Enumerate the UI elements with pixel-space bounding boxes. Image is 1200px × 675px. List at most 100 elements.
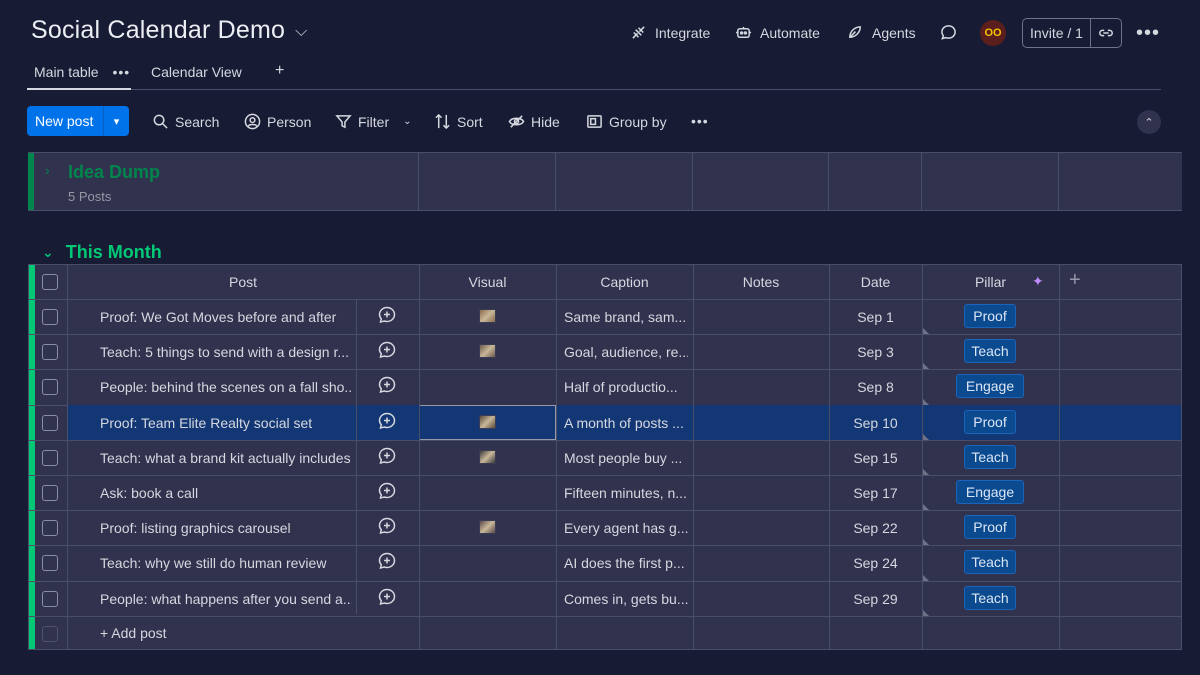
- avatar[interactable]: OO: [980, 20, 1006, 46]
- column-header-date[interactable]: Date: [829, 274, 922, 290]
- pillar-status-pill[interactable]: Teach: [964, 339, 1016, 364]
- ai-sparkle-icon[interactable]: ✦: [1032, 273, 1044, 290]
- row-checkbox[interactable]: [42, 414, 58, 431]
- caption-cell[interactable]: Comes in, gets bu...: [564, 591, 688, 607]
- post-name-cell[interactable]: Teach: 5 things to send with a design r.…: [100, 344, 352, 360]
- post-name-cell[interactable]: Teach: what a brand kit actually include…: [100, 450, 352, 466]
- row-checkbox[interactable]: [42, 485, 58, 501]
- row-checkbox[interactable]: [42, 555, 58, 572]
- date-cell[interactable]: Sep 10: [829, 415, 922, 431]
- caption-cell[interactable]: Fifteen minutes, n...: [564, 485, 688, 501]
- date-cell[interactable]: Sep 15: [829, 450, 922, 466]
- more-toolbar-icon[interactable]: •••: [691, 113, 709, 129]
- date-cell[interactable]: Sep 3: [829, 344, 922, 360]
- post-name-cell[interactable]: People: behind the scenes on a fall sho.…: [100, 379, 352, 395]
- post-name-cell[interactable]: Proof: listing graphics carousel: [100, 520, 352, 536]
- pillar-status-pill[interactable]: Proof: [964, 515, 1016, 540]
- agents-button[interactable]: Agents: [847, 24, 916, 41]
- date-cell[interactable]: Sep 22: [829, 520, 922, 536]
- pillar-status-pill[interactable]: Teach: [964, 550, 1016, 575]
- chevron-down-icon[interactable]: ▾: [103, 106, 129, 136]
- pillar-status-pill[interactable]: Teach: [964, 585, 1016, 610]
- select-all-checkbox[interactable]: [42, 274, 58, 290]
- pillar-status-pill[interactable]: Proof: [964, 304, 1016, 328]
- date-cell[interactable]: Sep 24: [829, 555, 922, 571]
- visual-thumbnail[interactable]: [479, 520, 496, 535]
- filter-button[interactable]: Filter ⌄: [335, 113, 412, 130]
- visual-thumbnail[interactable]: [479, 344, 496, 359]
- group-name[interactable]: This Month: [66, 242, 162, 263]
- add-view-icon[interactable]: +: [275, 62, 284, 80]
- add-post-button[interactable]: + Add post: [100, 625, 167, 641]
- board-title[interactable]: Social Calendar Demo ⌵: [31, 16, 307, 45]
- visual-thumbnail[interactable]: [479, 449, 496, 464]
- add-column-icon[interactable]: +: [1069, 269, 1081, 292]
- tab-calendar-view[interactable]: Calendar View: [151, 64, 242, 80]
- post-name-cell[interactable]: Teach: why we still do human review: [100, 555, 352, 571]
- post-name-cell[interactable]: People: what happens after you send a...: [100, 591, 352, 607]
- date-cell[interactable]: Sep 29: [829, 591, 922, 607]
- chevron-down-icon[interactable]: ⌄: [403, 116, 411, 127]
- group-name[interactable]: Idea Dump: [68, 162, 160, 183]
- invite-label: Invite / 1: [1023, 19, 1091, 47]
- row-checkbox[interactable]: [42, 309, 58, 325]
- add-update-icon[interactable]: [378, 517, 396, 540]
- caption-cell[interactable]: Every agent has g...: [564, 520, 688, 536]
- caption-cell[interactable]: Goal, audience, re...: [564, 344, 688, 360]
- group-this-month-header[interactable]: ⌄ This Month: [42, 242, 162, 263]
- add-update-icon[interactable]: [378, 552, 396, 575]
- sort-button[interactable]: Sort: [434, 113, 483, 130]
- post-name-cell[interactable]: Ask: book a call: [100, 485, 352, 501]
- add-update-icon[interactable]: [378, 447, 396, 470]
- pillar-status-pill[interactable]: Engage: [956, 480, 1024, 504]
- visual-thumbnail[interactable]: [479, 309, 496, 323]
- search-button[interactable]: Search: [152, 113, 219, 130]
- chevron-up-icon[interactable]: ⌃: [1137, 110, 1161, 134]
- post-name-cell[interactable]: Proof: We Got Moves before and after: [100, 309, 352, 325]
- person-filter-button[interactable]: Person: [244, 113, 311, 130]
- add-update-icon[interactable]: [378, 341, 396, 364]
- column-header-notes[interactable]: Notes: [693, 274, 829, 290]
- pillar-status-pill[interactable]: Teach: [964, 444, 1016, 469]
- caption-cell[interactable]: AI does the first p...: [564, 555, 688, 571]
- row-checkbox[interactable]: [42, 520, 58, 537]
- hide-button[interactable]: Hide: [508, 113, 560, 130]
- chevron-down-icon[interactable]: ⌄: [42, 244, 54, 261]
- more-options-icon[interactable]: •••: [1136, 22, 1160, 45]
- add-update-icon[interactable]: [378, 376, 396, 399]
- tab-options-icon[interactable]: •••: [112, 64, 130, 80]
- group-idea-dump[interactable]: › Idea Dump 5 Posts: [28, 152, 1182, 211]
- visual-thumbnail[interactable]: [479, 414, 496, 429]
- copy-link-button[interactable]: [1091, 19, 1121, 47]
- caption-cell[interactable]: A month of posts ...: [564, 415, 688, 431]
- add-update-icon[interactable]: [378, 588, 396, 611]
- chevron-down-icon[interactable]: ⌵: [295, 23, 307, 41]
- date-cell[interactable]: Sep 1: [829, 309, 922, 325]
- add-update-icon[interactable]: [378, 482, 396, 505]
- post-name-cell[interactable]: Proof: Team Elite Realty social set: [100, 415, 352, 431]
- automate-button[interactable]: Automate: [735, 24, 820, 41]
- pillar-status-pill[interactable]: Proof: [964, 409, 1016, 434]
- column-header-caption[interactable]: Caption: [556, 274, 693, 290]
- invite-button[interactable]: Invite / 1: [1022, 18, 1122, 48]
- add-update-icon[interactable]: [378, 412, 396, 435]
- column-header-visual[interactable]: Visual: [419, 274, 556, 290]
- new-post-button[interactable]: New post ▾: [27, 106, 129, 136]
- pillar-status-pill[interactable]: Engage: [956, 374, 1024, 399]
- caption-cell[interactable]: Half of productio...: [564, 379, 688, 395]
- add-update-icon[interactable]: [378, 306, 396, 329]
- caption-cell[interactable]: Most people buy ...: [564, 450, 688, 466]
- chevron-right-icon[interactable]: ›: [45, 162, 50, 178]
- integrate-button[interactable]: Integrate: [630, 24, 710, 41]
- tab-main-table[interactable]: Main table •••: [34, 64, 130, 80]
- date-cell[interactable]: Sep 8: [829, 379, 922, 395]
- date-cell[interactable]: Sep 17: [829, 485, 922, 501]
- column-header-post[interactable]: Post: [67, 274, 419, 290]
- row-checkbox[interactable]: [42, 590, 58, 607]
- group-by-button[interactable]: Group by: [586, 113, 667, 130]
- row-checkbox[interactable]: [42, 344, 58, 361]
- caption-cell[interactable]: Same brand, sam...: [564, 309, 688, 325]
- updates-button[interactable]: [940, 24, 957, 41]
- row-checkbox[interactable]: [42, 449, 58, 466]
- row-checkbox[interactable]: [42, 379, 58, 396]
